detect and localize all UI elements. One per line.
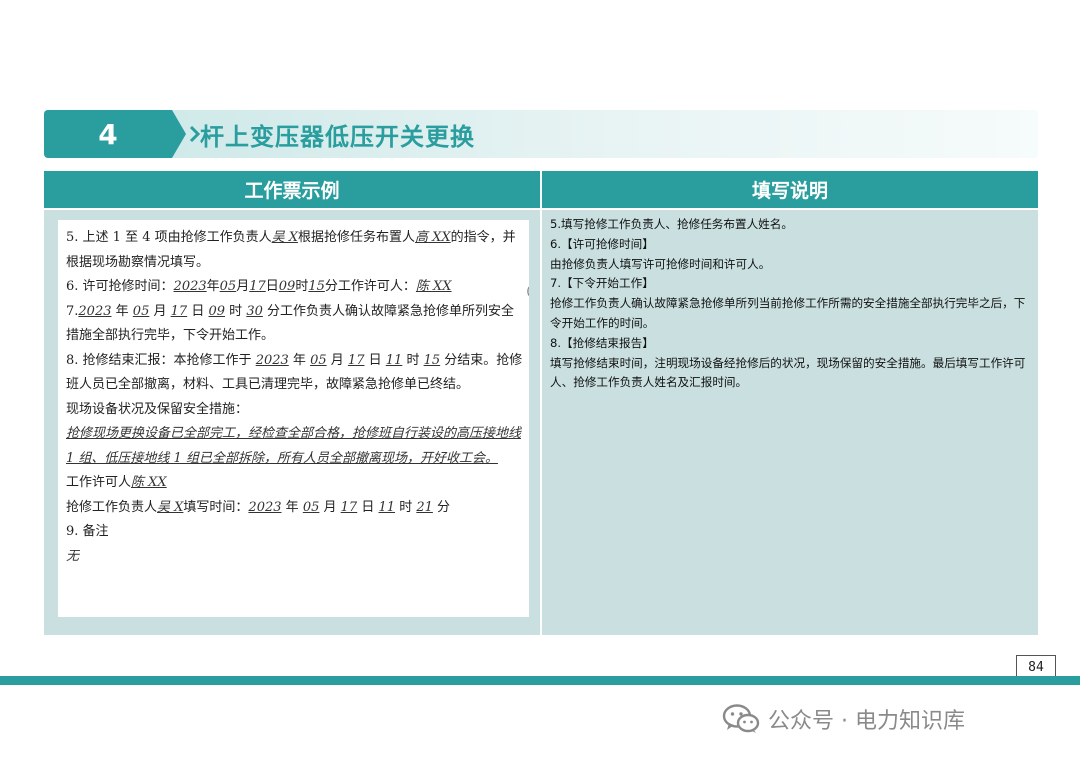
ticket-example-cell: 5. 上述 1 至 4 项由抢修工作负责人吴 X根据抢修任务布置人高 XX的指令…: [44, 210, 540, 635]
ticket-item-8: 8. 抢修结束汇报：本抢修工作于 2023 年 05 月 17 日 11 时 1…: [66, 352, 523, 393]
column-header-fill-instructions: 填写说明: [542, 171, 1038, 208]
permit-person-fill: 陈 XX: [415, 279, 452, 294]
fill-instructions-cell: 5.填写抢修工作负责人、抢修任务布置人姓名。 6.【许可抢修时间】 由抢修负责人…: [542, 210, 1038, 635]
leader-fill-time-line: 抢修工作负责人吴 X填写时间：2023 年 05 月 17 日 11 时 21 …: [66, 499, 451, 515]
site-status-text: 抢修现场更换设备已全部完工，经检查全部合格，抢修班自行装设的高压接地线 1 组、…: [66, 426, 522, 466]
stray-mark: (: [526, 279, 529, 304]
instruction-8-heading: 8.【抢修结束报告】: [550, 335, 654, 350]
ticket-sample: 5. 上述 1 至 4 项由抢修工作负责人吴 X根据抢修任务布置人高 XX的指令…: [58, 220, 529, 617]
footer-bar: [0, 676, 1080, 685]
chevron-right-icon: [189, 125, 200, 143]
instruction-8: 填写抢修结束时间，注明现场设备经抢修后的状况，现场保留的安全措施。最后填写工作许…: [550, 355, 1026, 390]
instruction-6-heading: 6.【许可抢修时间】: [550, 236, 654, 251]
instruction-7: 抢修工作负责人确认故障紧急抢修单所列当前抢修工作所需的安全措施全部执行完毕之后，…: [550, 296, 1026, 330]
wechat-icon: [722, 704, 760, 733]
instruction-5: 5.填写抢修工作负责人、抢修任务布置人姓名。: [550, 217, 793, 231]
watermark: 公众号 · 电力知识库: [722, 702, 965, 736]
section-number-arrow: [172, 110, 186, 158]
ticket-item-7: 7.2023 年 05 月 17 日 09 时 30 分工作负责人确认故障紧急抢…: [66, 303, 515, 344]
watermark-text: 公众号 · 电力知识库: [768, 709, 965, 734]
ticket-item-9: 9. 备注: [66, 524, 109, 539]
instruction-6: 由抢修负责人填写许可抢修时间和许可人。: [550, 256, 771, 271]
remarks-value: 无: [66, 548, 80, 564]
permit-person-line: 工作许可人陈 XX: [66, 475, 167, 490]
column-header-ticket-example: 工作票示例: [44, 171, 540, 208]
site-status-label: 现场设备状况及保留安全措施：: [66, 401, 249, 417]
leader-name-fill: 吴 X: [271, 230, 298, 245]
fill-instructions: 5.填写抢修工作负责人、抢修任务布置人姓名。 6.【许可抢修时间】 由抢修负责人…: [550, 215, 1032, 393]
page-title: 杆上变压器低压开关更换: [200, 122, 475, 151]
instruction-table: 工作票示例 填写说明 5. 上述 1 至 4 项由抢修工作负责人吴 X根据抢修任…: [44, 171, 1038, 635]
ticket-item-6: 6. 许可抢修时间：2023年05月17日09时15分工作许可人：陈 XX: [66, 279, 452, 294]
assigner-name-fill: 高 XX: [415, 230, 451, 245]
instruction-7-heading: 7.【下令开始工作】: [550, 276, 654, 291]
section-number: 4: [44, 110, 172, 158]
ticket-item-5: 5. 上述 1 至 4 项由抢修工作负责人吴 X根据抢修任务布置人高 XX的指令…: [66, 230, 516, 270]
